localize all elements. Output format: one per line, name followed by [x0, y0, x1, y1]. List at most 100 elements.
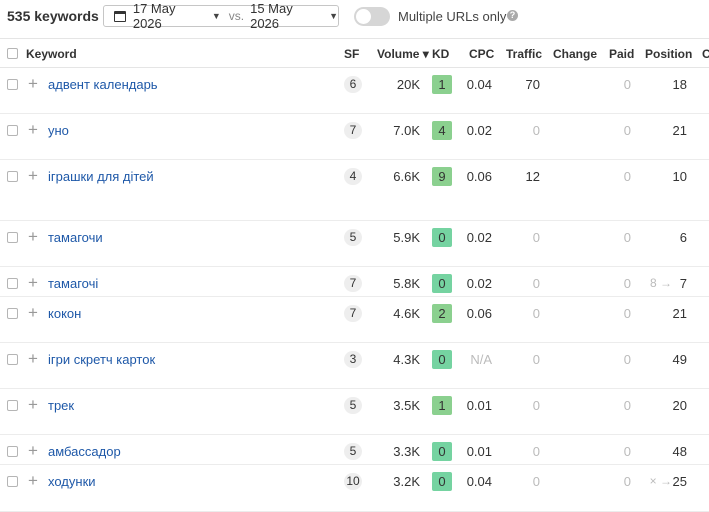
- keyword-link[interactable]: тамагочі: [48, 276, 98, 291]
- position-value: 10: [672, 169, 687, 184]
- row-checkbox[interactable]: [7, 79, 18, 90]
- paid-value: 0: [623, 77, 631, 92]
- plus-icon[interactable]: +: [28, 472, 38, 489]
- previous-position: × →: [649, 474, 672, 488]
- sf-badge[interactable]: 4: [344, 168, 362, 185]
- row-checkbox[interactable]: [7, 354, 18, 365]
- table-row: + амбассадор 5 3.3K 0 0.01 0 0 48: [0, 435, 709, 465]
- table-row: + ігри скретч карток 3 4.3K 0 N/A 0 0 49: [0, 343, 709, 389]
- sf-badge[interactable]: 5: [344, 397, 362, 414]
- sf-badge[interactable]: 5: [344, 229, 362, 246]
- volume-value: 6.6K: [393, 169, 420, 184]
- row-checkbox[interactable]: [7, 476, 18, 487]
- row-checkbox[interactable]: [7, 171, 18, 182]
- keyword-link[interactable]: уно: [48, 123, 69, 138]
- position-value: 25: [672, 474, 687, 489]
- plus-icon[interactable]: +: [28, 75, 38, 92]
- plus-icon[interactable]: +: [28, 167, 38, 184]
- column-kd[interactable]: KD: [432, 47, 449, 61]
- kd-badge: 0: [432, 472, 452, 491]
- plus-icon[interactable]: +: [28, 228, 38, 245]
- row-checkbox[interactable]: [7, 308, 18, 319]
- date-from: 17 May 2026: [132, 1, 176, 31]
- keyword-link[interactable]: іграшки для дітей: [48, 169, 154, 184]
- keyword-link[interactable]: адвент календарь: [48, 77, 158, 92]
- kd-badge: 9: [432, 167, 452, 186]
- column-keyword[interactable]: Keyword: [26, 47, 77, 61]
- column-extra[interactable]: C: [702, 47, 709, 61]
- keyword-link[interactable]: ігри скретч карток: [48, 352, 155, 367]
- column-paid[interactable]: Paid: [609, 47, 634, 61]
- sf-badge[interactable]: 10: [344, 473, 362, 490]
- sf-badge[interactable]: 3: [344, 351, 362, 368]
- plus-icon[interactable]: +: [28, 396, 38, 413]
- traffic-value: 0: [532, 398, 540, 413]
- kd-badge: 1: [432, 396, 452, 415]
- row-checkbox[interactable]: [7, 400, 18, 411]
- kd-badge: 0: [432, 350, 452, 369]
- position-value: 49: [672, 352, 687, 367]
- position-value: 20: [672, 398, 687, 413]
- plus-icon[interactable]: +: [28, 121, 38, 138]
- column-position[interactable]: Position: [645, 47, 692, 61]
- row-checkbox[interactable]: [7, 232, 18, 243]
- table-row: + адвент календарь 6 20K 1 0.04 70 0 18: [0, 68, 709, 114]
- sf-badge[interactable]: 7: [344, 305, 362, 322]
- cpc-value: 0.06: [466, 306, 492, 321]
- column-change[interactable]: Change: [553, 47, 597, 61]
- kd-badge: 0: [432, 274, 452, 293]
- volume-value: 3.5K: [393, 398, 420, 413]
- row-checkbox[interactable]: [7, 278, 18, 289]
- traffic-value: 0: [532, 474, 540, 489]
- table-row: + кокон 7 4.6K 2 0.06 0 0 21: [0, 297, 709, 343]
- chevron-down-icon: ▼: [329, 11, 338, 21]
- cpc-value: 0.01: [466, 444, 492, 459]
- cpc-value: 0.02: [466, 123, 492, 138]
- column-cpc[interactable]: CPC: [469, 47, 494, 61]
- volume-value: 4.3K: [393, 352, 420, 367]
- column-traffic[interactable]: Traffic: [506, 47, 542, 61]
- kd-badge: 2: [432, 304, 452, 323]
- cpc-value: 0.06: [466, 169, 492, 184]
- question-circle-icon[interactable]: ?: [507, 10, 518, 21]
- plus-icon[interactable]: +: [28, 304, 38, 321]
- keyword-link[interactable]: тамагочи: [48, 230, 103, 245]
- row-checkbox[interactable]: [7, 125, 18, 136]
- plus-icon[interactable]: +: [28, 350, 38, 367]
- sf-badge[interactable]: 7: [344, 122, 362, 139]
- kd-badge: 4: [432, 121, 452, 140]
- kd-badge: 1: [432, 75, 452, 94]
- select-all-checkbox[interactable]: [7, 48, 18, 59]
- table-row: + тамагочі 7 5.8K 0 0.02 0 0 8 → 7: [0, 267, 709, 297]
- keyword-link[interactable]: амбассадор: [48, 444, 121, 459]
- volume-value: 4.6K: [393, 306, 420, 321]
- date-range-selector[interactable]: 17 May 2026 ▼ vs. 15 May 2026 ▼: [103, 1, 339, 31]
- cpc-value: 0.04: [466, 474, 492, 489]
- plus-icon[interactable]: +: [28, 274, 38, 291]
- table-header: Keyword SF Volume ▾ KD CPC Traffic Chang…: [0, 38, 709, 68]
- date-to: 15 May 2026: [250, 1, 293, 31]
- paid-value: 0: [623, 474, 631, 489]
- keyword-link[interactable]: ходунки: [48, 474, 96, 489]
- sf-badge[interactable]: 5: [344, 443, 362, 460]
- cpc-value: 0.01: [466, 398, 492, 413]
- keyword-link[interactable]: кокон: [48, 306, 81, 321]
- paid-value: 0: [623, 230, 631, 245]
- position-value: 48: [672, 444, 687, 459]
- column-sf[interactable]: SF: [344, 47, 359, 61]
- traffic-value: 0: [532, 444, 540, 459]
- calendar-icon: [114, 10, 126, 22]
- sf-badge[interactable]: 7: [344, 275, 362, 292]
- paid-value: 0: [623, 306, 631, 321]
- keyword-link[interactable]: трек: [48, 398, 74, 413]
- column-volume[interactable]: Volume ▾: [377, 47, 429, 61]
- position-value: 18: [672, 77, 687, 92]
- row-checkbox[interactable]: [7, 446, 18, 457]
- sf-badge[interactable]: 6: [344, 76, 362, 93]
- table-row: + іграшки для дітей 4 6.6K 9 0.06 12 0 10: [0, 160, 709, 221]
- vs-label: vs.: [228, 9, 245, 23]
- cpc-value: 0.02: [466, 276, 492, 291]
- multiple-urls-toggle[interactable]: [354, 7, 390, 26]
- plus-icon[interactable]: +: [28, 442, 38, 459]
- volume-value: 5.9K: [393, 230, 420, 245]
